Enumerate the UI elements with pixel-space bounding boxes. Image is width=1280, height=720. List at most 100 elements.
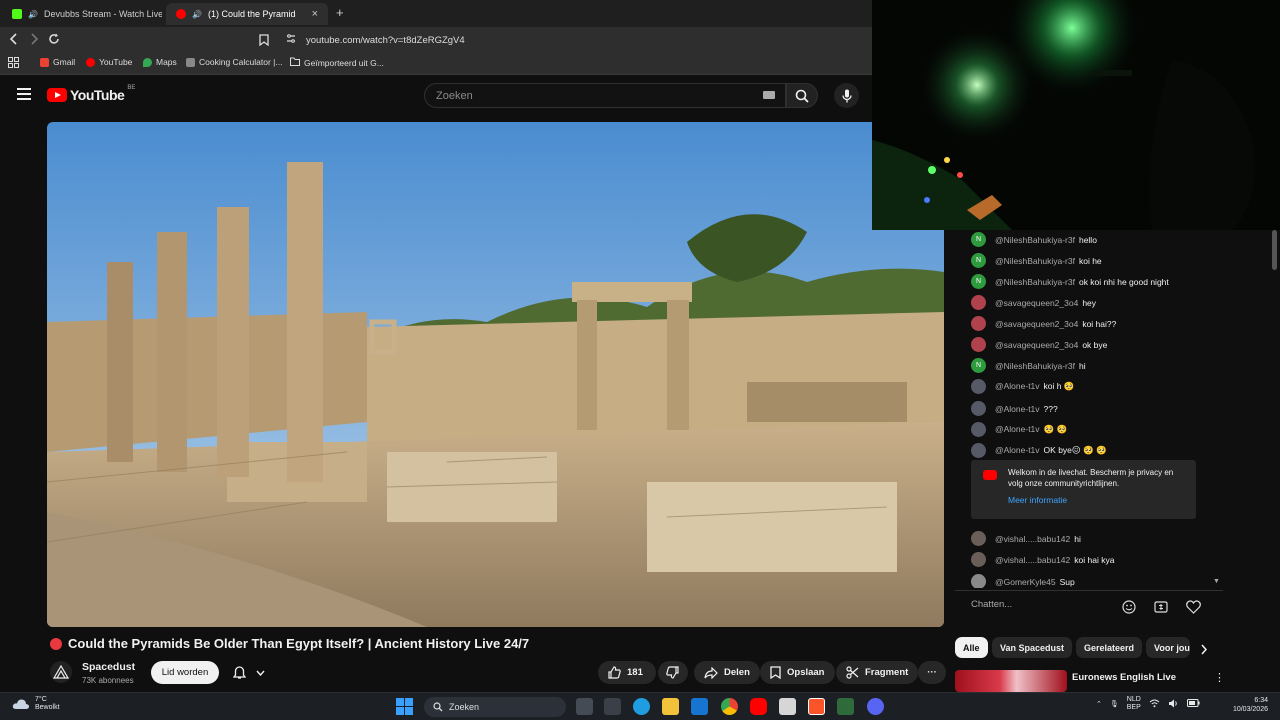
chat-message[interactable]: @savagequeen2_3o4 koi hai?? xyxy=(971,316,1116,331)
chat-author[interactable]: @vishal.....babu142 xyxy=(995,534,1070,544)
site-info-icon[interactable] xyxy=(286,34,296,46)
video-player[interactable] xyxy=(47,122,944,627)
store-icon[interactable] xyxy=(604,698,621,715)
chip-all[interactable]: Alle xyxy=(955,637,988,658)
emoji-icon[interactable] xyxy=(1121,599,1137,615)
reload-icon[interactable] xyxy=(48,32,60,48)
chat-avatar[interactable] xyxy=(971,316,986,331)
chat-author[interactable]: @savagequeen2_3o4 xyxy=(995,340,1078,350)
chat-message[interactable]: N @NileshBahukiya-r3f hi xyxy=(971,358,1086,373)
chat-avatar[interactable]: N xyxy=(971,358,986,373)
chat-author[interactable]: @NileshBahukiya-r3f xyxy=(995,256,1075,266)
chip-related[interactable]: Gerelateerd xyxy=(1076,637,1143,658)
start-windows-icon[interactable] xyxy=(396,698,413,715)
wifi-icon[interactable] xyxy=(1149,699,1160,710)
share-button[interactable]: Delen xyxy=(694,661,760,684)
bookmark-youtube[interactable]: YouTube xyxy=(86,57,132,67)
mic-tray-icon[interactable]: 🎙 xyxy=(1110,700,1119,708)
app-icon[interactable] xyxy=(837,698,854,715)
clock[interactable]: 6:34 10/03/2026 xyxy=(1222,696,1268,714)
chat-message[interactable]: @vishal.....babu142 hi xyxy=(971,531,1081,546)
file-explorer-icon[interactable] xyxy=(662,698,679,715)
bookmark-maps[interactable]: Maps xyxy=(143,57,177,67)
super-chat-icon[interactable] xyxy=(1153,599,1169,615)
chip-from-channel[interactable]: Van Spacedust xyxy=(992,637,1073,658)
chat-author[interactable]: @vishal.....babu142 xyxy=(995,555,1070,565)
youtube-app-icon[interactable] xyxy=(750,698,767,715)
chat-avatar[interactable] xyxy=(971,574,986,588)
chat-avatar[interactable]: N xyxy=(971,253,986,268)
chat-author[interactable]: @savagequeen2_3o4 xyxy=(995,298,1078,308)
chat-avatar[interactable] xyxy=(971,379,986,394)
save-button[interactable]: Opslaan xyxy=(760,661,835,684)
apps-grid-icon[interactable] xyxy=(8,57,19,68)
chat-avatar[interactable]: N xyxy=(971,232,986,247)
chrome-icon[interactable] xyxy=(721,698,738,715)
youtube-logo[interactable]: YouTube BE xyxy=(47,85,135,103)
chat-avatar[interactable] xyxy=(971,401,986,416)
weather-widget[interactable]: 7°C Bewolkt xyxy=(12,696,60,712)
clip-button[interactable]: Fragment xyxy=(836,661,919,684)
chat-message[interactable]: @Alone-t1v OK bye😖 🥺 🥺 xyxy=(971,443,1107,458)
heart-icon[interactable] xyxy=(1185,599,1201,615)
chat-author[interactable]: @NileshBahukiya-r3f xyxy=(995,277,1075,287)
chat-author[interactable]: @NileshBahukiya-r3f xyxy=(995,361,1075,371)
chat-author[interactable]: @Alone-t1v xyxy=(995,381,1040,391)
menu-hamburger-icon[interactable] xyxy=(17,88,31,103)
keyboard-icon[interactable] xyxy=(763,91,775,99)
chat-avatar[interactable] xyxy=(971,552,986,567)
chat-message[interactable]: N @NileshBahukiya-r3f hello xyxy=(971,232,1097,247)
close-tab-icon[interactable]: × xyxy=(312,8,318,20)
chat-message[interactable]: @Alone-t1v 🥺 🥺 xyxy=(971,422,1067,437)
like-button[interactable]: 181 xyxy=(598,661,656,684)
taskbar-search[interactable]: Zoeken xyxy=(424,697,566,717)
language-indicator[interactable]: NLD BEP xyxy=(1127,696,1141,712)
voice-search-button[interactable] xyxy=(834,83,859,108)
tray-overflow-chevron-icon[interactable]: ⌃ xyxy=(1096,700,1102,708)
more-vertical-icon[interactable]: ⋮ xyxy=(1214,671,1225,684)
chat-avatar[interactable] xyxy=(971,531,986,546)
tab-kick-stream[interactable]: 🔊 Devubbs Stream - Watch Live on xyxy=(2,3,162,25)
new-tab-button[interactable]: + xyxy=(336,5,344,20)
chat-author[interactable]: @Alone-t1v xyxy=(995,445,1040,455)
recommended-title[interactable]: Euronews English Live xyxy=(1072,672,1176,683)
chevron-right-icon[interactable] xyxy=(1200,642,1208,660)
bookmark-folder-imported[interactable]: Geïmporteerd uit G... xyxy=(290,57,384,68)
chat-avatar[interactable] xyxy=(971,443,986,458)
chat-scrollbar[interactable] xyxy=(1272,230,1277,270)
chat-author[interactable]: @NileshBahukiya-r3f xyxy=(995,235,1075,245)
address-bar[interactable]: youtube.com/watch?v=t8dZeRGZgV4 xyxy=(278,31,863,49)
bookmark-icon[interactable] xyxy=(259,33,269,49)
scroll-down-icon[interactable]: ▼ xyxy=(1213,578,1220,585)
brave-icon[interactable] xyxy=(808,698,825,715)
channel-avatar[interactable] xyxy=(50,661,72,683)
notification-bell-button[interactable] xyxy=(228,662,270,683)
chat-avatar[interactable] xyxy=(971,295,986,310)
chat-avatar[interactable]: N xyxy=(971,274,986,289)
chat-message[interactable]: @GomerKyle45 Sup xyxy=(971,574,1075,588)
chat-message[interactable]: @Alone-t1v??? xyxy=(971,401,1058,416)
channel-name[interactable]: Spacedust xyxy=(82,661,135,673)
tab-youtube-video[interactable]: 🔊 (1) Could the Pyramids Be × xyxy=(166,3,328,25)
calculator-icon[interactable] xyxy=(779,698,796,715)
edge-icon[interactable] xyxy=(633,698,650,715)
discord-icon[interactable] xyxy=(867,698,884,715)
dislike-button[interactable] xyxy=(658,661,688,684)
chat-message[interactable]: @savagequeen2_3o4 ok bye xyxy=(971,337,1107,352)
chat-message[interactable]: @savagequeen2_3o4 hey xyxy=(971,295,1096,310)
bookmark-gmail[interactable]: Gmail xyxy=(40,57,75,67)
battery-icon[interactable] xyxy=(1186,699,1200,709)
chat-message[interactable]: N @NileshBahukiya-r3f koi he xyxy=(971,253,1102,268)
chip-for-you[interactable]: Voor jou xyxy=(1146,637,1190,658)
chat-avatar[interactable] xyxy=(971,422,986,437)
chat-message[interactable]: @Alone-t1v koi h 🥺 xyxy=(971,379,1074,394)
recommended-thumbnail[interactable] xyxy=(955,670,1067,692)
chat-author[interactable]: @GomerKyle45 xyxy=(995,577,1056,587)
search-button[interactable] xyxy=(786,83,818,108)
join-button[interactable]: Lid worden xyxy=(151,661,219,684)
volume-icon[interactable] xyxy=(1168,699,1179,710)
more-actions-button[interactable]: ··· xyxy=(918,661,946,684)
outlook-icon[interactable] xyxy=(691,698,708,715)
more-info-link[interactable]: Meer informatie xyxy=(1008,495,1067,505)
task-view-icon[interactable] xyxy=(576,698,593,715)
